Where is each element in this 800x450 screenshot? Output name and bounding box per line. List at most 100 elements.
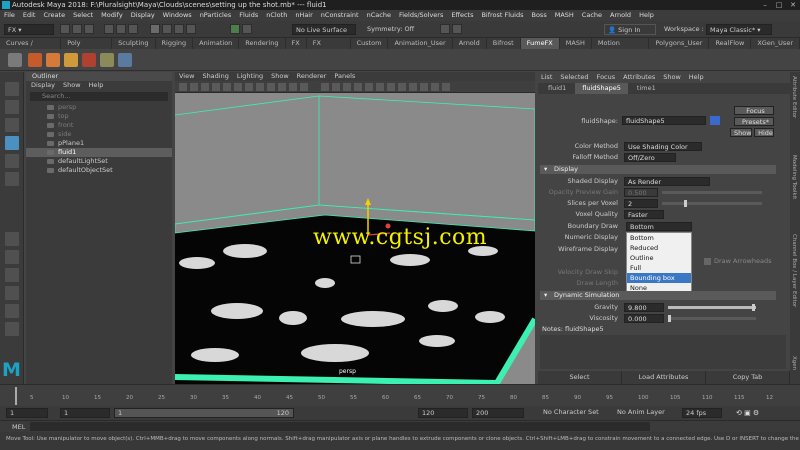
falloff-method-dropdown[interactable]: Off/Zero — [624, 153, 676, 162]
menu-select[interactable]: Select — [73, 10, 93, 21]
move-tool-icon[interactable] — [5, 136, 19, 150]
snap-point-icon[interactable] — [174, 24, 184, 34]
anim-layer-dropdown[interactable]: No Anim Layer — [614, 408, 676, 418]
shelf-tab-realflow[interactable]: RealFlow — [709, 38, 752, 49]
viewport-tool-icon[interactable] — [420, 83, 428, 91]
menu-ncache[interactable]: nCache — [367, 10, 391, 21]
viewport-tool-icon[interactable] — [245, 83, 253, 91]
viewport-menu-shading[interactable]: Shading — [202, 72, 228, 81]
rotate-tool-icon[interactable] — [5, 154, 19, 168]
outliner-item-fluid1[interactable]: fluid1 — [26, 148, 172, 157]
outliner-menu-display[interactable]: Display — [31, 81, 55, 90]
outliner-menu-help[interactable]: Help — [89, 81, 104, 90]
fumefx-particle-source-icon[interactable] — [82, 53, 96, 67]
fumefx-grid-icon[interactable] — [28, 53, 42, 67]
time-slider[interactable]: 5 10 15 20 25 30 35 40 45 50 55 60 65 70 75 80 85 90 95 100… — [0, 384, 800, 406]
display-section-header[interactable]: Display — [540, 165, 776, 174]
menu-ncloth[interactable]: nCloth — [266, 10, 287, 21]
single-perspective-layout-icon[interactable] — [5, 232, 19, 246]
shaded-display-dropdown[interactable]: As Render — [624, 177, 710, 186]
viscosity-slider[interactable] — [668, 315, 756, 322]
snap-grid-icon[interactable] — [150, 24, 160, 34]
side-by-side-layout-icon[interactable] — [5, 268, 19, 282]
viewport-tool-icon[interactable] — [398, 83, 406, 91]
boundary-option-bottom[interactable]: Bottom — [627, 233, 691, 243]
ipr-render-icon[interactable] — [452, 24, 462, 34]
side-tab-channel-box-layer-editor[interactable]: Channel Box / Layer Editor — [791, 234, 797, 307]
shelf-tab-rendering[interactable]: Rendering — [239, 38, 286, 49]
outliner-item-defaultlightset[interactable]: defaultLightSet — [26, 157, 172, 166]
viewport-tool-icon[interactable] — [354, 83, 362, 91]
shelf-menu-icon[interactable] — [8, 53, 22, 67]
boundary-option-outline[interactable]: Outline — [627, 253, 691, 263]
playback-controls[interactable]: ⟲ ▣ ⚙ — [736, 409, 759, 417]
fumefx-fx-icon[interactable] — [118, 53, 132, 67]
viewport-tool-icon[interactable] — [256, 83, 264, 91]
attr-menu-list[interactable]: List — [541, 72, 552, 83]
gravity-slider[interactable] — [668, 304, 756, 311]
copy-tab-button[interactable]: Copy Tab — [706, 371, 790, 384]
viewport-tool-icon[interactable] — [431, 83, 439, 91]
viewport-tool-icon[interactable] — [300, 83, 308, 91]
menu-boss[interactable]: Boss — [532, 10, 547, 21]
menu-effects[interactable]: Effects — [451, 10, 473, 21]
viewport-tool-icon[interactable] — [289, 83, 297, 91]
attr-menu-help[interactable]: Help — [689, 72, 704, 83]
outliner-item-defaultobjectset[interactable]: defaultObjectSet — [26, 166, 172, 175]
menu-arnold[interactable]: Arnold — [610, 10, 631, 21]
close-icon[interactable]: ✕ — [786, 0, 800, 10]
maximize-icon[interactable]: □ — [772, 0, 786, 10]
viscosity-field[interactable]: 0.000 — [624, 314, 664, 323]
boundary-option-full[interactable]: Full — [627, 263, 691, 273]
stacked-layout-icon[interactable] — [5, 322, 19, 336]
attr-tab-fluidshape5[interactable]: fluidShape5 — [575, 83, 628, 94]
menu-windows[interactable]: Windows — [163, 10, 192, 21]
current-time-marker[interactable] — [15, 387, 17, 405]
viewport-tool-icon[interactable] — [223, 83, 231, 91]
color-method-dropdown[interactable]: Use Shading Color — [624, 142, 702, 151]
viewport-tool-icon[interactable] — [234, 83, 242, 91]
attr-menu-attributes[interactable]: Attributes — [623, 72, 655, 83]
menu-bifrost-fluids[interactable]: Bifrost Fluids — [481, 10, 523, 21]
save-scene-icon[interactable] — [84, 24, 94, 34]
paint-select-tool-icon[interactable] — [5, 118, 19, 132]
dynamic-simulation-section-header[interactable]: Dynamic Simulation — [540, 291, 776, 300]
viewport-tool-icon[interactable] — [376, 83, 384, 91]
fps-dropdown[interactable]: 24 fps — [682, 408, 722, 418]
snap-surface-icon[interactable] — [186, 24, 196, 34]
outliner-item-side[interactable]: side — [26, 130, 172, 139]
outliner-layout-icon[interactable] — [5, 304, 19, 318]
new-scene-icon[interactable] — [60, 24, 70, 34]
fumefx-simple-source-icon[interactable] — [64, 53, 78, 67]
snap-curve-icon[interactable] — [162, 24, 172, 34]
sign-in-button[interactable]: 👤 Sign In — [604, 24, 656, 35]
shelf-tab-fumefx[interactable]: FumeFX — [520, 38, 560, 49]
start-time-field[interactable]: 1 — [6, 408, 48, 418]
menu-fields-solvers[interactable]: Fields/Solvers — [399, 10, 443, 21]
viewport-tool-icon[interactable] — [179, 83, 187, 91]
viewport-tool-icon[interactable] — [321, 83, 329, 91]
lasso-tool-icon[interactable] — [5, 100, 19, 114]
viewport-menu-show[interactable]: Show — [271, 72, 289, 81]
menu-mash[interactable]: MASH — [555, 10, 574, 21]
notes-textarea[interactable] — [540, 335, 786, 369]
shelf-tab-arnold[interactable]: Arnold — [453, 38, 487, 49]
character-set-dropdown[interactable]: No Character Set — [540, 408, 610, 418]
show-button[interactable]: Show — [730, 128, 752, 137]
command-input[interactable] — [30, 422, 650, 431]
select-button[interactable]: Select — [538, 371, 622, 384]
scale-tool-icon[interactable] — [5, 172, 19, 186]
viewport-menu-renderer[interactable]: Renderer — [297, 72, 327, 81]
boundary-draw-dropdown[interactable]: Bottom — [626, 222, 692, 231]
persp-graph-layout-icon[interactable] — [5, 286, 19, 300]
side-tab-xgen[interactable]: Xgen — [791, 356, 797, 370]
shelf-tab-xgen-user[interactable]: XGen_User — [751, 38, 800, 49]
attr-tab-time1[interactable]: time1 — [630, 83, 663, 94]
viscosity-slider-knob[interactable] — [668, 315, 671, 322]
viewport-tool-icon[interactable] — [365, 83, 373, 91]
select-hierarchy-icon[interactable] — [104, 24, 114, 34]
outliner-menu-show[interactable]: Show — [63, 81, 81, 90]
shelf-tab-curves-surfaces[interactable]: Curves / Surfaces — [0, 38, 62, 58]
viewport-tool-icon[interactable] — [332, 83, 340, 91]
presets-button[interactable]: Presets* — [734, 117, 774, 126]
